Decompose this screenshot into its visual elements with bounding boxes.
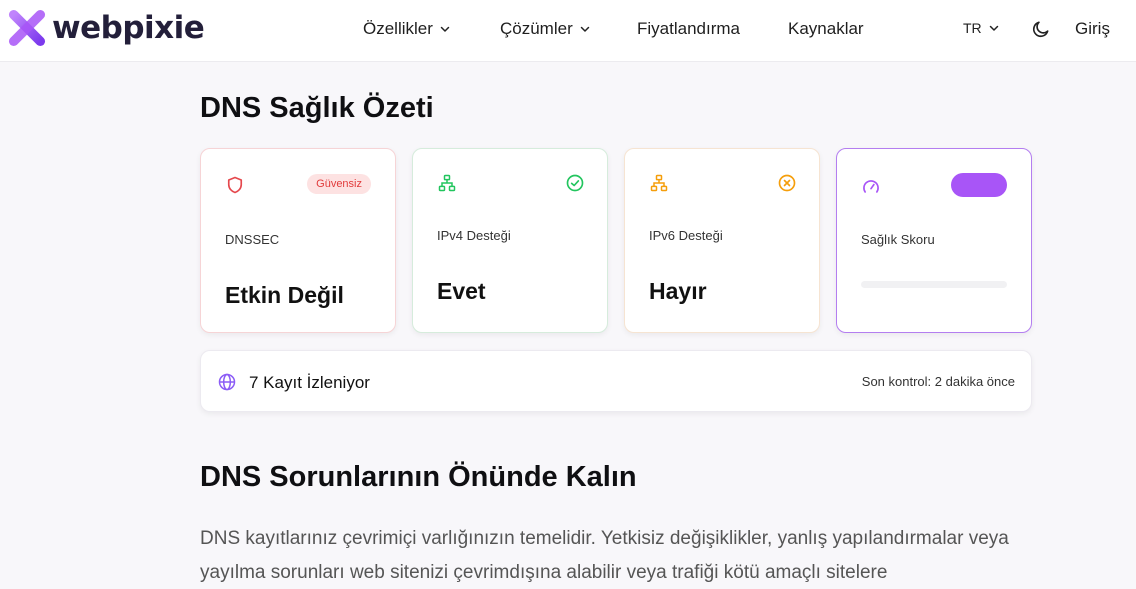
ipv4-card: IPv4 Desteği Evet	[412, 148, 608, 333]
tracked-records-count: 7 Kayıt İzleniyor	[249, 373, 370, 392]
chevron-down-icon	[440, 26, 450, 32]
gauge-icon	[863, 180, 879, 193]
insecure-badge: Güvensiz	[307, 174, 371, 194]
dnssec-label: DNSSEC	[225, 232, 280, 247]
last-check-time: Son kontrol: 2 dakika önce	[861, 374, 1015, 389]
globe-icon	[218, 373, 236, 391]
summary-title: DNS Sağlık Özeti	[200, 92, 434, 124]
health-score-card: Sağlık Skoru	[836, 148, 1032, 333]
health-score-bar	[861, 281, 1007, 288]
ipv4-label: IPv4 Desteği	[437, 228, 511, 243]
section-body: DNS kayıtlarınız çevrimiçi varlığınızın …	[200, 528, 1009, 583]
chevron-down-icon	[580, 26, 589, 32]
nav-features-label: Özellikler	[363, 19, 433, 38]
nav-pricing[interactable]: Fiyatlandırma	[637, 19, 740, 39]
network-icon	[650, 174, 668, 192]
health-score-label: Sağlık Skoru	[861, 232, 935, 247]
nav-solutions[interactable]: Çözümler	[500, 19, 591, 39]
dnssec-value: Etkin Değil	[225, 282, 344, 308]
language-selector[interactable]: TR	[963, 20, 1000, 36]
login-link[interactable]: Giriş	[1075, 19, 1110, 39]
top-header: webpixie Özellikler Çözümler Fiyatlandır…	[0, 0, 1136, 62]
chevron-down-icon	[989, 25, 998, 31]
nav-solutions-label: Çözümler	[500, 19, 573, 38]
nav-resources-label: Kaynaklar	[788, 19, 864, 38]
brand-name: webpixie	[52, 10, 205, 46]
moon-icon[interactable]	[1031, 19, 1051, 39]
ipv6-label: IPv6 Desteği	[649, 228, 723, 243]
nav-features[interactable]: Özellikler	[363, 19, 451, 39]
shield-icon	[227, 176, 243, 194]
health-score-pill	[951, 173, 1007, 197]
brand-logo[interactable]: webpixie	[8, 9, 205, 47]
nav-pricing-label: Fiyatlandırma	[637, 19, 740, 38]
language-label: TR	[963, 20, 982, 36]
records-tracker: 7 Kayıt İzleniyor Son kontrol: 2 dakika …	[200, 350, 1032, 412]
ipv4-value: Evet	[437, 278, 486, 304]
logo-mark-icon	[8, 9, 46, 47]
ipv6-value: Hayır	[649, 278, 707, 304]
dnssec-card: Güvensiz DNSSEC Etkin Değil	[200, 148, 396, 333]
network-icon	[438, 174, 456, 192]
x-circle-icon	[778, 174, 796, 192]
ipv6-card: IPv6 Desteği Hayır	[624, 148, 820, 333]
nav-resources[interactable]: Kaynaklar	[788, 19, 864, 39]
check-circle-icon	[566, 174, 584, 192]
section-title: DNS Sorunlarının Önünde Kalın	[200, 461, 637, 493]
